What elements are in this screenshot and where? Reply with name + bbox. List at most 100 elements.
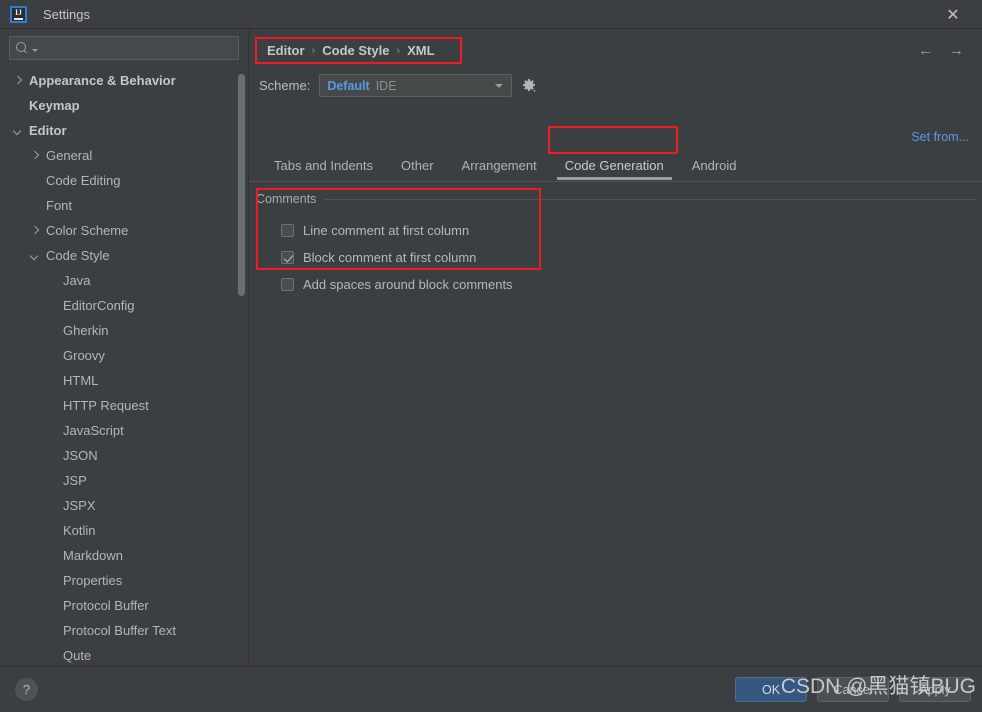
tab-tabs-and-indents[interactable]: Tabs and Indents [260,155,387,179]
checkbox-label: Line comment at first column [303,223,470,238]
sidebar-item-label: JSPX [63,498,96,513]
sidebar-item-appearance-behavior[interactable]: Appearance & Behavior [0,68,248,93]
sidebar-item-jspx[interactable]: JSPX [0,493,248,518]
sidebar-item-label: HTTP Request [63,398,149,413]
settings-dialog-body: Appearance & Behavior Keymap Editor General… [0,29,982,666]
sidebar-item-json[interactable]: JSON [0,443,248,468]
sidebar-item-http-request[interactable]: HTTP Request [0,393,248,418]
sidebar-item-java[interactable]: Java [0,268,248,293]
sidebar-item-label: Protocol Buffer [63,598,149,613]
sidebar-item-label: Font [46,198,73,213]
sidebar-item-label: Markdown [63,548,123,563]
gear-icon[interactable] [521,78,537,94]
sidebar-item-qute[interactable]: Qute [0,643,248,666]
sidebar-item-code-style[interactable]: Code Style [0,243,248,268]
sidebar-item-editorconfig[interactable]: EditorConfig [0,293,248,318]
checkbox-unchecked-icon[interactable] [281,278,294,291]
sidebar-search-wrap [0,29,248,66]
breadcrumb-part[interactable]: Code Style [322,43,389,58]
chevron-down-icon[interactable] [30,250,41,261]
intellij-idea-logo-icon [10,5,27,23]
breadcrumb: Editor › Code Style › XML [263,40,441,61]
sidebar-item-label: Keymap [29,98,80,113]
breadcrumb-part[interactable]: XML [407,43,434,58]
chevron-right-icon[interactable] [13,75,24,86]
sidebar-item-label: HTML [63,373,99,388]
sidebar-item-label: JavaScript [63,423,124,438]
navigation-arrows: ← → [918,42,964,59]
checkbox-block-comment-at-first-column[interactable]: Block comment at first column [281,244,513,271]
checkbox-unchecked-icon[interactable] [281,224,294,237]
window-title: Settings [43,6,90,22]
sidebar-item-html[interactable]: HTML [0,368,248,393]
tab-label: Arrangement [461,158,537,173]
set-from-link[interactable]: Set from... [911,130,969,144]
close-icon[interactable]: ✕ [934,0,972,29]
tab-android[interactable]: Android [678,155,751,179]
tabs-underline [249,181,982,182]
breadcrumb-separator: › [311,44,316,57]
tab-other[interactable]: Other [387,155,448,179]
scheme-row: Scheme: Default IDE [259,74,537,97]
sidebar-item-javascript[interactable]: JavaScript [0,418,248,443]
sidebar-item-label: Editor [29,123,67,138]
sidebar-item-label: Properties [63,573,123,588]
sidebar-item-code-editing[interactable]: Code Editing [0,168,248,193]
scheme-selected-value: Default [327,78,370,93]
breadcrumb-separator: › [396,44,401,57]
comments-checkbox-group: Line comment at first column Block commen… [281,217,513,298]
checkbox-line-comment-at-first-column[interactable]: Line comment at first column [281,217,513,244]
checkbox-label: Add spaces around block comments [303,277,513,292]
sidebar-item-general[interactable]: General [0,143,248,168]
chevron-right-icon[interactable] [30,225,41,236]
sidebar-scrollbar[interactable] [238,74,245,296]
sidebar-item-font[interactable]: Font [0,193,248,218]
arrow-left-icon[interactable]: ← [918,42,933,59]
chevron-right-icon[interactable] [30,150,41,161]
sidebar-item-label: General [46,148,93,163]
sidebar-item-jsp[interactable]: JSP [0,468,248,493]
sidebar-item-label: Qute [63,648,92,663]
sidebar-item-gherkin[interactable]: Gherkin [0,318,248,343]
sidebar-item-groovy[interactable]: Groovy [0,343,248,368]
checkbox-checked-icon[interactable] [281,251,294,264]
help-button[interactable]: ? [15,678,38,701]
tab-label: Tabs and Indents [274,158,374,173]
sidebar-item-label: Code Editing [46,173,121,188]
sidebar-item-keymap[interactable]: Keymap [0,93,248,118]
cancel-button[interactable]: Cancel [817,677,889,702]
window-titlebar: Settings ✕ [0,0,982,29]
chevron-down-icon[interactable] [13,125,24,136]
dialog-buttons: OK Cancel Apply [735,677,971,702]
sidebar-item-markdown[interactable]: Markdown [0,543,248,568]
checkbox-label: Block comment at first column [303,250,477,265]
breadcrumb-part[interactable]: Editor [267,43,305,58]
tab-arrangement[interactable]: Arrangement [448,155,551,179]
scheme-dropdown[interactable]: Default IDE [319,74,513,97]
sidebar-item-color-scheme[interactable]: Color Scheme [0,218,248,243]
ok-button[interactable]: OK [735,677,807,702]
tab-code-generation[interactable]: Code Generation [551,155,678,180]
sidebar-item-label: JSON [63,448,98,463]
apply-button[interactable]: Apply [899,677,971,702]
arrow-right-icon[interactable]: → [949,42,964,59]
sidebar-item-properties[interactable]: Properties [0,568,248,593]
settings-sidebar: Appearance & Behavior Keymap Editor General… [0,29,249,666]
sidebar-item-protocol-buffer[interactable]: Protocol Buffer [0,593,248,618]
search-box[interactable] [9,36,239,60]
settings-tabs: Tabs and Indents Other Arrangement Code Gen… [260,155,982,182]
search-input[interactable] [38,40,232,56]
sidebar-item-editor[interactable]: Editor [0,118,248,143]
sidebar-item-kotlin[interactable]: Kotlin [0,518,248,543]
checkbox-add-spaces-around-block-comments[interactable]: Add spaces around block comments [281,271,513,298]
sidebar-item-protocol-buffer-text[interactable]: Protocol Buffer Text [0,618,248,643]
sidebar-item-label: JSP [63,473,87,488]
